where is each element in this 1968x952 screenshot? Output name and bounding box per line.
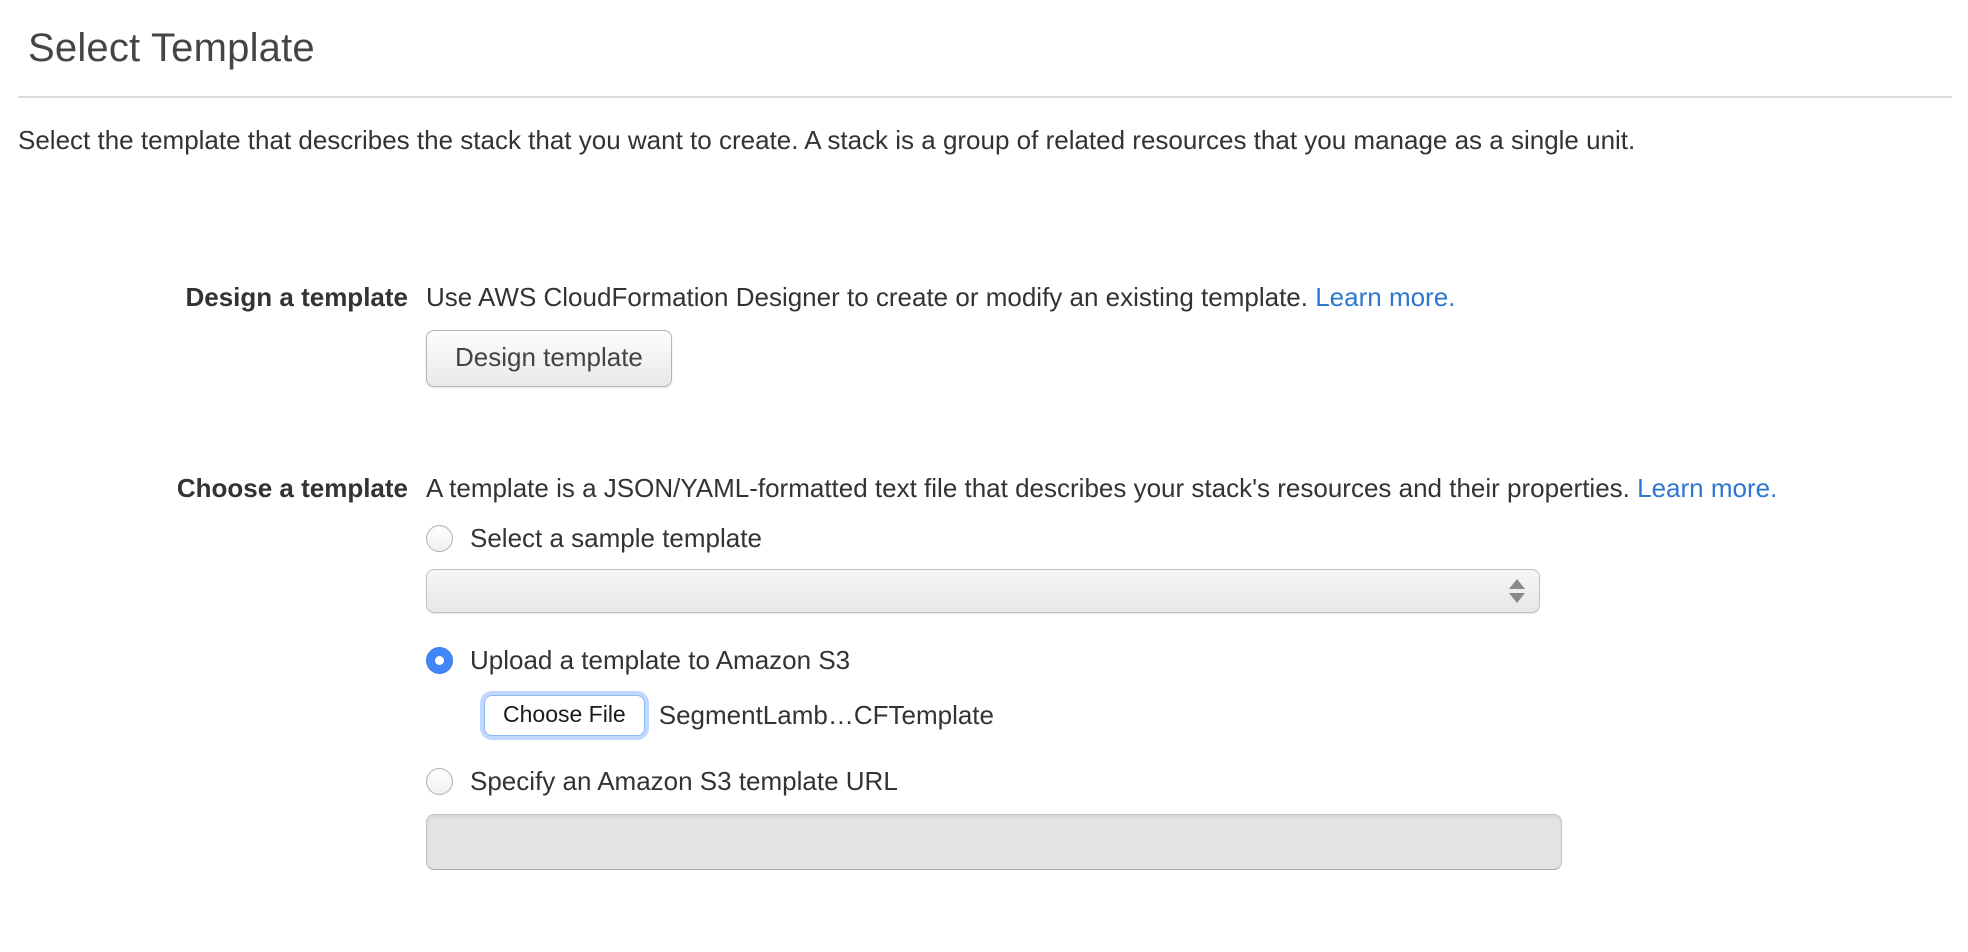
select-stepper-icon [1509,579,1525,603]
sample-template-radio[interactable] [426,525,453,552]
sample-template-option-label: Select a sample template [470,523,762,553]
upload-template-option[interactable]: Upload a template to Amazon S3 [426,645,1968,675]
design-template-content: Use AWS CloudFormation Designer to creat… [426,280,1968,387]
s3-url-radio[interactable] [426,768,453,795]
choose-template-description-text: A template is a JSON/YAML-formatted text… [426,473,1630,503]
design-template-button[interactable]: Design template [426,330,672,387]
sample-template-select[interactable] [426,569,1540,613]
upload-template-option-label: Upload a template to Amazon S3 [470,645,850,675]
s3-url-input[interactable] [426,814,1562,870]
choose-template-label: Choose a template [0,471,408,505]
page-description: Select the template that describes the s… [18,124,1948,156]
s3-url-option-label: Specify an Amazon S3 template URL [470,766,898,796]
file-upload-row: Choose File SegmentLamb…CFTemplate [484,695,1968,736]
design-template-description: Use AWS CloudFormation Designer to creat… [426,280,1968,314]
choose-learn-more-link[interactable]: Learn more. [1637,473,1777,503]
upload-template-radio[interactable] [426,647,453,674]
design-template-label: Design a template [0,280,408,314]
chosen-file-name: SegmentLamb…CFTemplate [659,700,994,731]
design-template-description-text: Use AWS CloudFormation Designer to creat… [426,282,1308,312]
sample-template-option[interactable]: Select a sample template [426,523,1968,553]
choose-template-description: A template is a JSON/YAML-formatted text… [426,471,1968,505]
arrow-up-icon [1509,579,1525,589]
page-title: Select Template [28,24,1968,72]
select-template-form: Design a template Use AWS CloudFormation… [0,280,1968,870]
choose-template-content: A template is a JSON/YAML-formatted text… [426,471,1968,870]
choose-file-button[interactable]: Choose File [484,695,645,736]
design-learn-more-link[interactable]: Learn more. [1315,282,1455,312]
s3-url-option[interactable]: Specify an Amazon S3 template URL [426,766,1968,796]
arrow-down-icon [1509,593,1525,603]
title-divider [18,96,1952,98]
